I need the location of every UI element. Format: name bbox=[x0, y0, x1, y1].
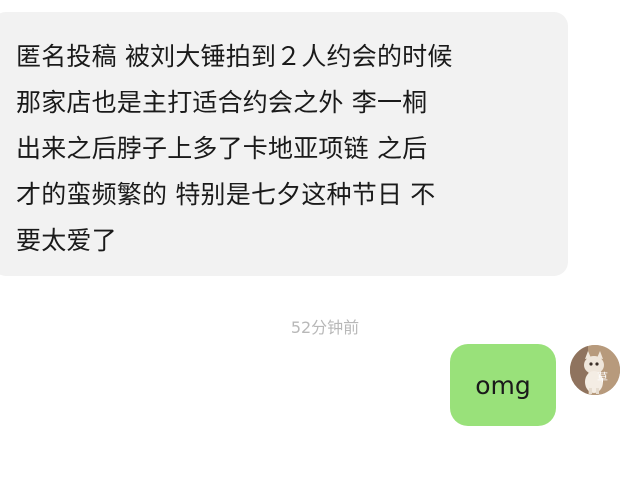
avatar-badge-text: 草 bbox=[597, 371, 608, 384]
user-avatar[interactable]: 草 bbox=[570, 345, 620, 395]
message-line: 才的蛮频繁的 特别是七夕这种节日 不 bbox=[16, 180, 436, 209]
message-line: 匿名投稿 被刘大锤拍到２人约会的时候 bbox=[16, 42, 453, 71]
message-line: 出来之后脖子上多了卡地亚项链 之后 bbox=[16, 134, 428, 163]
message-line: 那家店也是主打适合约会之外 李一桐 bbox=[16, 88, 428, 117]
incoming-message-text: 匿名投稿 被刘大锤拍到２人约会的时候 那家店也是主打适合约会之外 李一桐 出来之… bbox=[16, 34, 552, 264]
message-timestamp: 52分钟前 bbox=[290, 318, 360, 337]
chat-view: 匿名投稿 被刘大锤拍到２人约会的时候 那家店也是主打适合约会之外 李一桐 出来之… bbox=[0, 0, 640, 480]
cat-photo-icon bbox=[570, 345, 620, 395]
incoming-message-bubble[interactable]: 匿名投稿 被刘大锤拍到２人约会的时候 那家店也是主打适合约会之外 李一桐 出来之… bbox=[0, 12, 568, 276]
outgoing-message-bubble[interactable]: omg bbox=[450, 344, 556, 426]
message-line: 要太爱了 bbox=[16, 226, 117, 255]
outgoing-message-text: omg bbox=[475, 370, 531, 400]
